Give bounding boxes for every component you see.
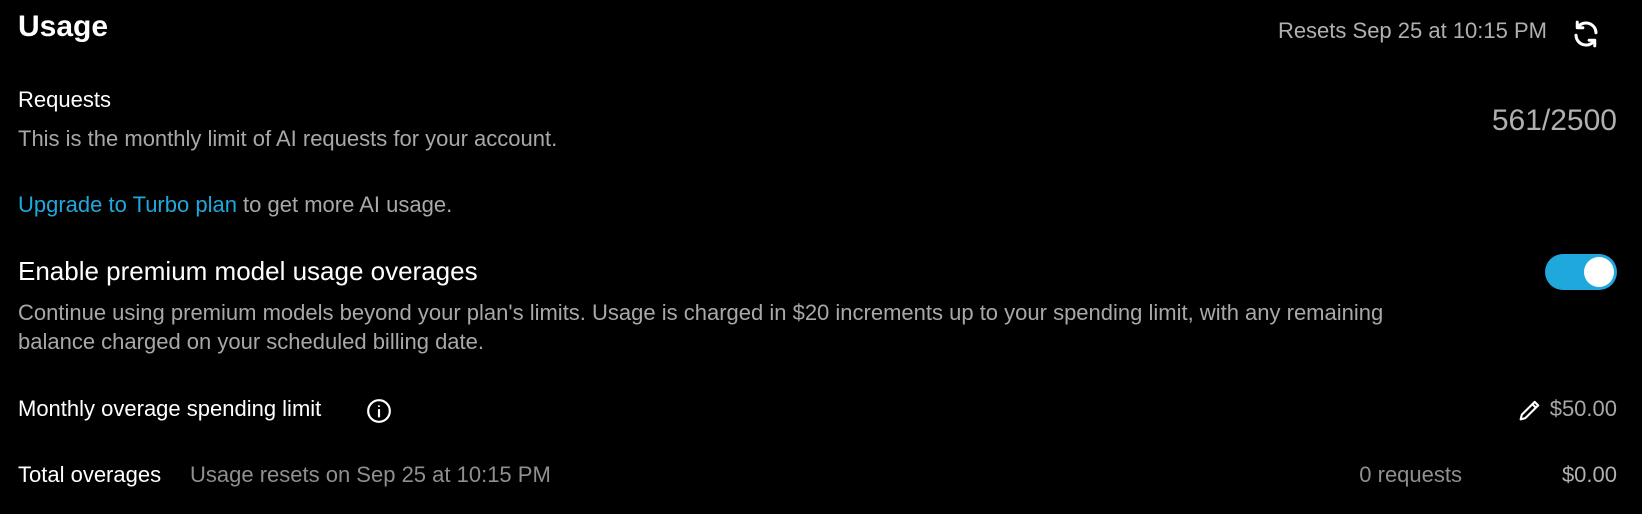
requests-description: This is the monthly limit of AI requests…: [18, 126, 558, 151]
refresh-button[interactable]: [1570, 18, 1602, 50]
spending-limit-value: $50.00: [1549, 396, 1617, 421]
total-overages-requests: 0 requests: [1359, 462, 1462, 487]
toggle-knob: [1584, 257, 1614, 287]
overages-description: Continue using premium models beyond you…: [18, 300, 1384, 354]
upgrade-line: Upgrade to Turbo plan to get more AI usa…: [18, 192, 452, 218]
overages-title: Enable premium model usage overages: [18, 256, 478, 286]
overages-toggle[interactable]: [1545, 254, 1617, 290]
page-title: Usage: [18, 10, 109, 43]
pencil-icon[interactable]: [1516, 396, 1544, 424]
total-overages-reset-text: Usage resets on Sep 25 at 10:15 PM: [190, 462, 551, 487]
refresh-icon: [1574, 20, 1598, 48]
spending-limit-label: Monthly overage spending limit: [18, 396, 322, 421]
total-overages-label: Total overages: [18, 462, 162, 487]
requests-title: Requests: [18, 87, 111, 112]
resets-text: Resets Sep 25 at 10:15 PM: [1277, 18, 1547, 43]
upgrade-rest-text: to get more AI usage.: [236, 192, 453, 217]
upgrade-link[interactable]: Upgrade to Turbo plan: [18, 192, 237, 217]
requests-count: 561/2500: [1491, 104, 1617, 137]
info-icon[interactable]: [366, 398, 392, 424]
total-overages-amount: $0.00: [1561, 462, 1617, 487]
